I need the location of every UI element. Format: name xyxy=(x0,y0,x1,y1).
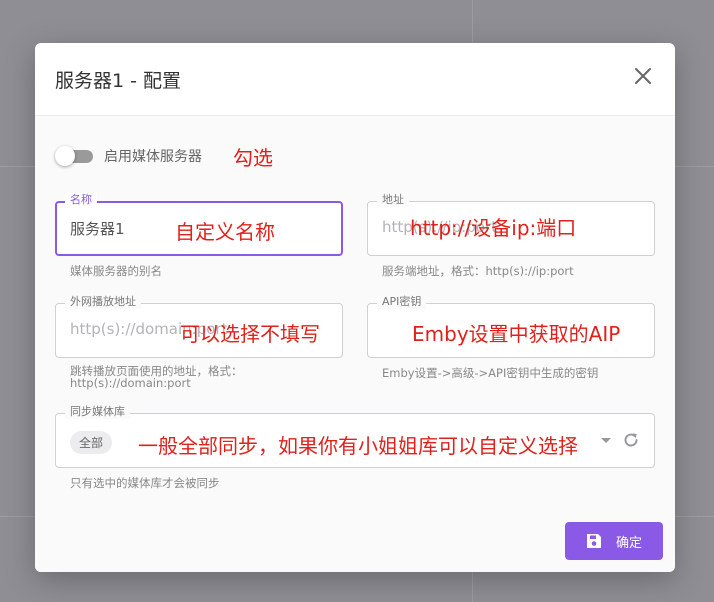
close-icon[interactable] xyxy=(633,66,653,86)
annotation-api-key: Emby设置中获取的AIP xyxy=(412,322,621,346)
name-field-legend: 名称 xyxy=(65,193,97,207)
annotation-external: 可以选择不填写 xyxy=(180,322,320,346)
sync-libraries-legend: 同步媒体库 xyxy=(65,405,130,419)
annotation-address: http://设备ip:端口 xyxy=(410,216,577,240)
name-field-hint: 媒体服务器的别名 xyxy=(70,264,162,278)
external-address-legend: 外网播放地址 xyxy=(65,295,141,309)
name-field-value: 服务器1 xyxy=(70,220,125,238)
enable-server-label: 启用媒体服务器 xyxy=(104,149,202,165)
api-key-legend: API密钥 xyxy=(377,295,427,309)
dialog-body: 启用媒体服务器 勾选 名称 服务器1 自定义名称 媒体服务器的别名 地址 htt… xyxy=(35,116,675,572)
confirm-button[interactable]: 确定 xyxy=(565,522,663,560)
refresh-icon[interactable] xyxy=(621,430,641,450)
annotation-toggle: 勾选 xyxy=(233,146,273,170)
annotation-name: 自定义名称 xyxy=(175,220,275,244)
confirm-button-label: 确定 xyxy=(615,535,642,551)
enable-server-toggle[interactable] xyxy=(55,146,93,166)
annotation-sync: 一般全部同步，如果你有小姐姐库可以自定义选择 xyxy=(138,434,578,458)
address-field-legend: 地址 xyxy=(377,193,409,207)
dialog-header: 服务器1 - 配置 xyxy=(35,43,675,116)
sync-libraries-hint: 只有选中的媒体库才会被同步 xyxy=(70,476,220,490)
address-field-hint: 服务端地址，格式：http(s)://ip:port xyxy=(382,264,574,278)
save-icon xyxy=(586,533,602,549)
library-chip-all[interactable]: 全部 xyxy=(70,431,113,454)
server-config-dialog: 服务器1 - 配置 启用媒体服务器 勾选 名称 服务器1 自定义名称 媒体服务器… xyxy=(35,43,675,572)
dialog-title: 服务器1 - 配置 xyxy=(55,69,182,92)
chevron-down-icon[interactable] xyxy=(601,438,611,443)
api-key-hint: Emby设置->高级->API密钥中生成的密钥 xyxy=(382,366,599,380)
external-address-hint-line2: http(s)://domain:port xyxy=(70,376,191,390)
enable-server-row: 启用媒体服务器 xyxy=(55,146,202,166)
